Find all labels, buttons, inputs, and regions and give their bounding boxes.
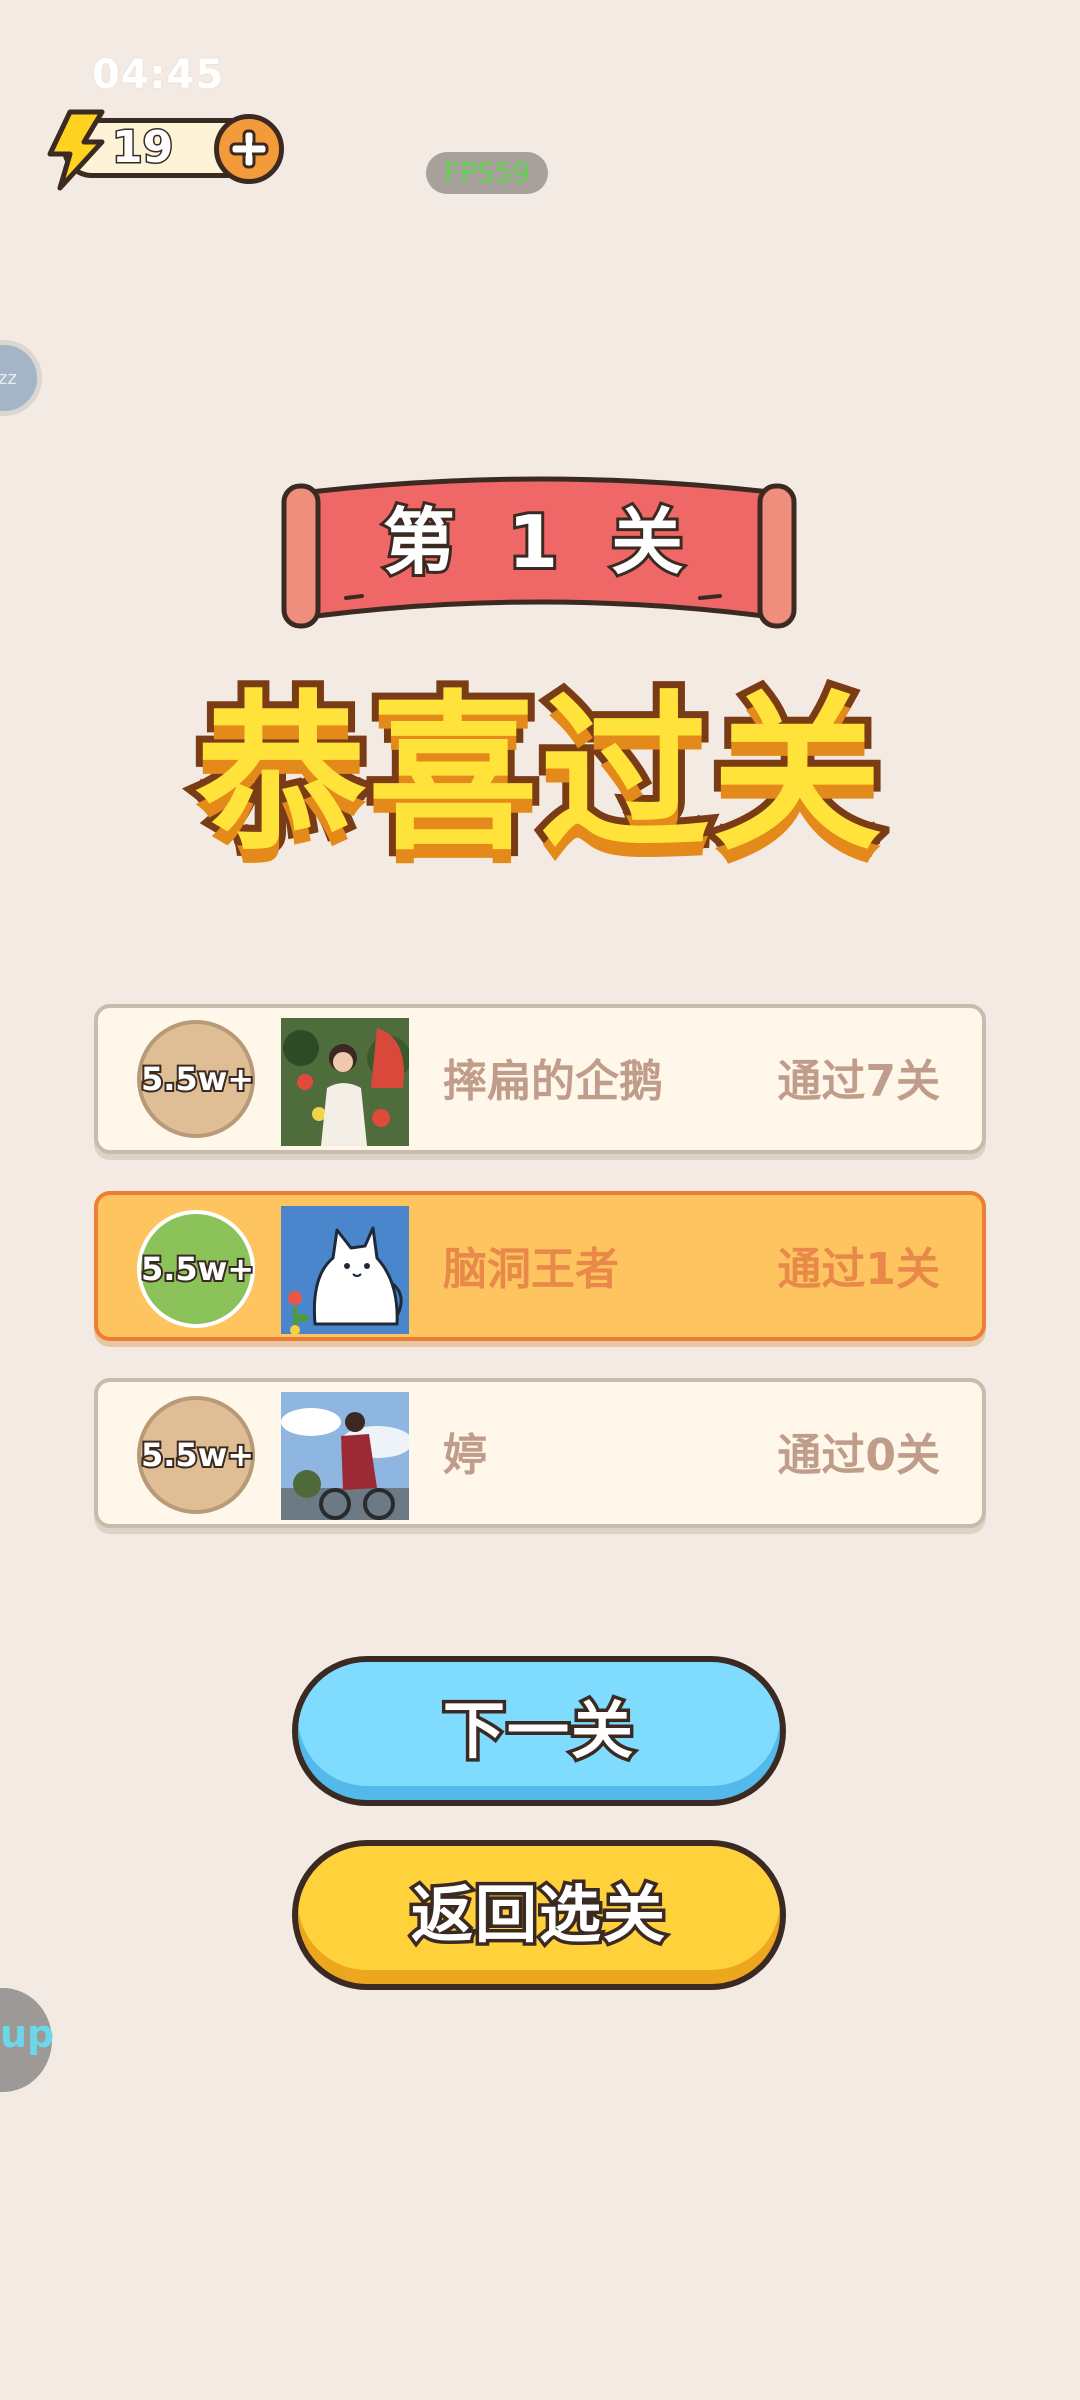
floating-up-label: up [0,2012,55,2056]
status-time: 04:45 [92,52,225,98]
count-badge: 5.5w+ [137,1020,256,1138]
player-name: 脑洞王者 [443,1244,619,1295]
fps-indicator: FPS59 [426,152,548,194]
plus-icon [229,129,269,169]
player-name: 婷 [443,1430,487,1481]
player-avatar [281,1392,409,1520]
player-progress: 通过1关 [777,1244,940,1295]
floating-assistant-label: zz [0,368,17,389]
lightning-bolt-icon [40,108,110,192]
level-number: 第 1 关 [380,497,698,587]
player-avatar [281,1018,409,1146]
count-badge: 5.5w+ [137,1210,256,1328]
back-to-level-select-label: 返回选关 [407,1875,668,1955]
player-progress: 通过7关 [777,1056,940,1107]
player-progress: 通过0关 [777,1430,940,1481]
player-name: 摔扁的企鹅 [443,1056,663,1107]
count-badge: 5.5w+ [137,1396,256,1514]
level-complete-title: 恭喜过关 [189,669,889,881]
next-level-label: 下一关 [439,1691,636,1771]
add-energy-button[interactable] [214,114,284,184]
player-avatar [281,1206,409,1334]
